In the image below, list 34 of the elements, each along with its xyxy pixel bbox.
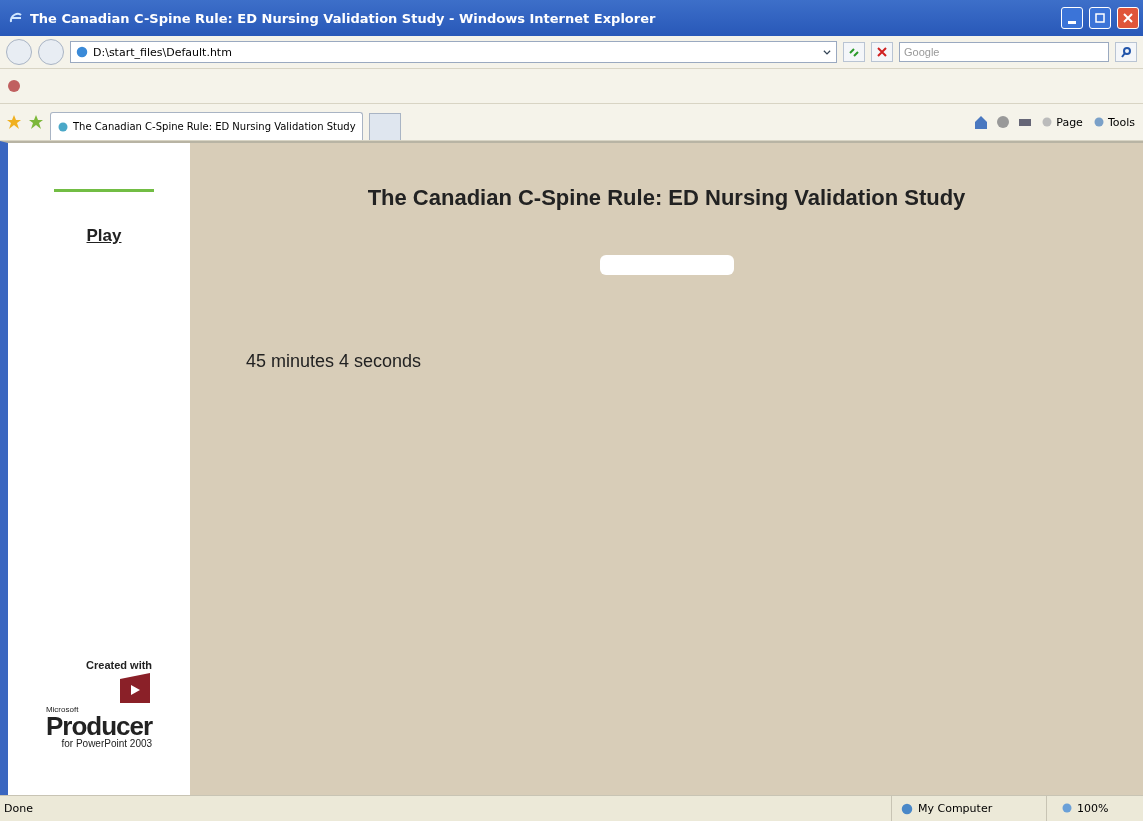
page-menu-button[interactable]: Page (1039, 115, 1085, 129)
page-title: The Canadian C-Spine Rule: ED Nursing Validation Study (366, 185, 967, 211)
caret-icon (822, 47, 832, 57)
address-text: D:\start_files\Default.htm (93, 45, 233, 59)
minimize-icon (1068, 20, 1076, 24)
duration-text: 45 minutes 4 seconds (246, 351, 423, 372)
stop-button[interactable] (871, 42, 893, 62)
tools-menu-button[interactable]: Tools (1090, 115, 1137, 129)
star-icon (6, 114, 22, 130)
created-with-text: Created with (86, 659, 153, 671)
zoom-button[interactable]: 100% (1055, 801, 1135, 816)
powerpoint-text: for PowerPoint 2003 (61, 738, 153, 749)
refresh-button[interactable] (843, 42, 865, 62)
star-plus-icon (28, 114, 44, 130)
maximize-button[interactable] (1089, 7, 1111, 29)
address-field[interactable]: D:\start_files\Default.htm (70, 41, 837, 63)
play-link[interactable]: Play (86, 226, 122, 246)
close-icon (1123, 13, 1133, 23)
window-title: The Canadian C-Spine Rule: ED Nursing Validation Study - Windows Internet Explorer (30, 10, 657, 26)
search-button[interactable] (1115, 42, 1137, 62)
microsoft-text: Microsoft (45, 705, 79, 714)
stop-icon (876, 46, 888, 58)
producer-text: Producer (45, 714, 153, 738)
browser-tab[interactable]: The Canadian C-Spine Rule: ED Nursing Validation Study (50, 112, 363, 140)
search-field[interactable]: Google (899, 42, 1109, 62)
home-icon (973, 114, 990, 130)
search-icon (1120, 46, 1132, 58)
maximize-icon (1095, 13, 1105, 23)
minimize-button[interactable] (1061, 7, 1083, 29)
close-button[interactable] (1117, 7, 1139, 29)
refresh-icon (848, 46, 860, 58)
zone-text: My Computer (918, 802, 994, 815)
status-text: Done (3, 802, 34, 815)
producer-logo-icon (118, 671, 153, 705)
